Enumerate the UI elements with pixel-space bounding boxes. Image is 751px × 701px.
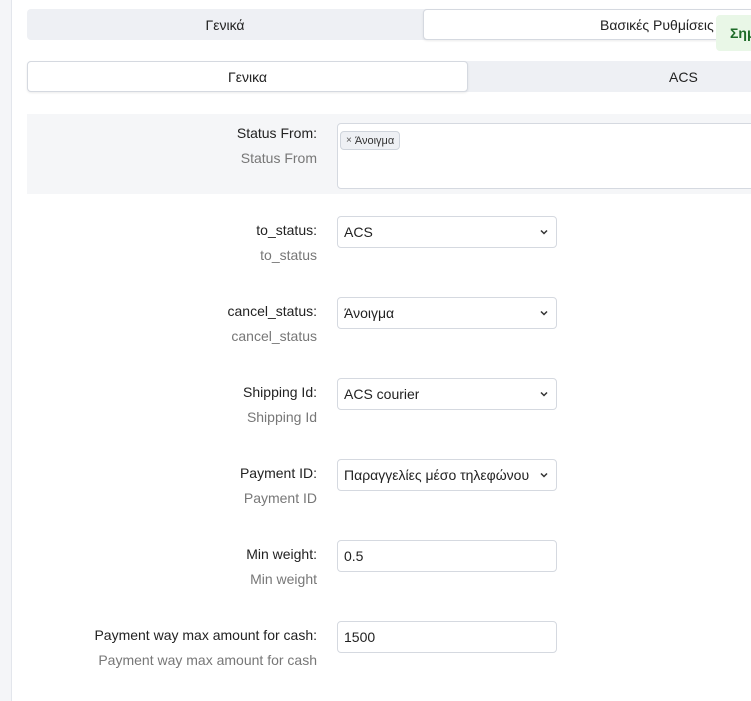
tab-basic-settings[interactable]: Βασικές Ρυθμίσεις [423,9,751,40]
payment-id-desc: Payment ID [243,490,317,506]
tag-remove-icon[interactable]: × [346,135,352,146]
to-status-select[interactable]: ACS [337,216,557,248]
status-from-desc: Status From [240,150,317,166]
cancel-status-label: cancel_status: [227,303,318,319]
min-weight-input[interactable] [337,540,557,572]
max-cash-desc: Payment way max amount for cash [98,652,317,668]
shipping-id-value: ACS courier [344,386,420,402]
shipping-id-desc: Shipping Id [246,409,317,425]
cancel-status-desc: cancel_status [231,328,317,344]
subtab-acs[interactable]: ACS [468,61,751,92]
sub-tabbar: Γενικα ACS [27,61,751,92]
to-status-label: to_status: [256,222,317,238]
payment-id-label: Payment ID: [239,465,317,481]
notice-badge: Σημ [716,15,751,51]
cancel-status-value: Άνοιγμα [344,305,395,321]
status-from-multiselect[interactable]: × Άνοιγμα [337,123,751,189]
subtab-general[interactable]: Γενικα [27,61,468,92]
chevron-down-icon [540,229,548,235]
cancel-status-select[interactable]: Άνοιγμα [337,297,557,329]
chevron-down-icon [540,391,548,397]
left-rail [0,0,12,701]
to-status-desc: to_status [260,247,317,263]
max-cash-input[interactable] [337,621,557,653]
min-weight-label: Min weight: [246,546,317,562]
to-status-value: ACS [344,224,373,240]
shipping-id-select[interactable]: ACS courier [337,378,557,410]
shipping-id-label: Shipping Id: [243,384,317,400]
tag-label: Άνοιγμα [354,134,395,147]
status-from-label: Status From: [236,125,317,141]
payment-id-select[interactable]: Παραγγελίες μέσο τηλεφώνου [337,459,557,491]
status-tag: × Άνοιγμα [340,131,401,150]
min-weight-desc: Min weight [250,571,317,587]
chevron-down-icon [540,310,548,316]
payment-id-value: Παραγγελίες μέσο τηλεφώνου [344,467,530,483]
max-cash-label: Payment way max amount for cash: [94,627,317,643]
main-tabbar: Γενικά Βασικές Ρυθμίσεις [27,9,751,40]
tab-general[interactable]: Γενικά [27,9,423,40]
chevron-down-icon [540,472,548,478]
